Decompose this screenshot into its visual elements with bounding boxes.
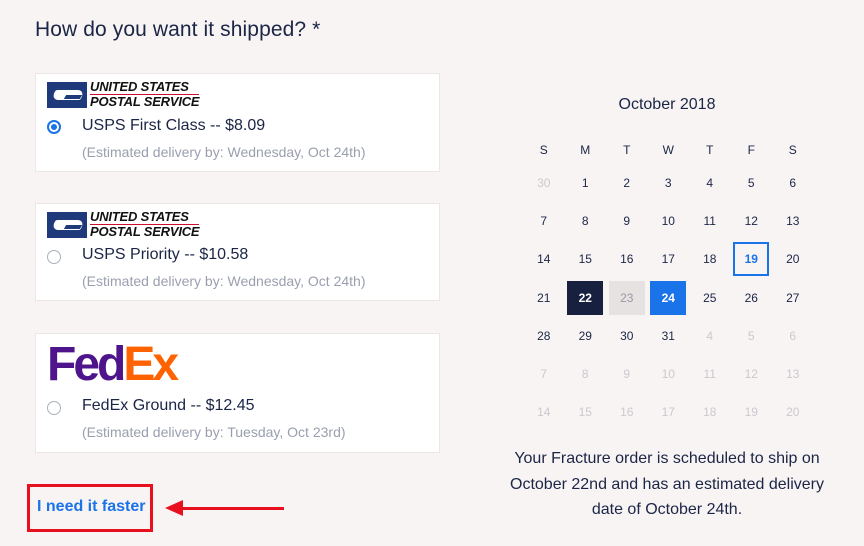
option-estimate: (Estimated delivery by: Tuesday, Oct 23r… — [82, 424, 346, 440]
calendar-day: 29 — [578, 328, 592, 343]
calendar-day-outside-month: 6 — [789, 328, 797, 343]
shipping-option-fedex-ground[interactable]: FedEx FedEx Ground -- $12.45 (Estimated … — [35, 333, 440, 453]
calendar-week-row: 28 29 30 31 4 5 6 — [523, 317, 814, 355]
calendar-day: 25 — [703, 290, 717, 305]
usps-logo: UNITED STATES POSTAL SERVICE — [47, 80, 200, 109]
calendar-day: 12 — [744, 214, 758, 229]
option-estimate: (Estimated delivery by: Wednesday, Oct 2… — [82, 273, 366, 289]
calendar-day: 10 — [661, 214, 675, 229]
calendar-week-row: 7 8 9 10 11 12 13 — [523, 355, 814, 393]
calendar-week-row: 30 1 2 3 4 5 6 — [523, 164, 814, 202]
calendar-day-outside-month: 30 — [537, 176, 551, 191]
calendar-day-today: 19 — [733, 242, 770, 277]
calendar-day: 16 — [620, 252, 634, 267]
calendar-day: 30 — [620, 328, 634, 343]
calendar-grid: 30 1 2 3 4 5 6 7 8 9 10 11 12 13 14 15 16 17 18 19 20 21 22 23 2… — [523, 164, 814, 431]
calendar-day: 31 — [661, 328, 675, 343]
calendar-day-outside-month: 16 — [620, 405, 634, 420]
option-label: USPS Priority -- $10.58 — [82, 246, 249, 263]
weekday-label: W — [662, 143, 674, 157]
weekday-label: T — [706, 143, 714, 157]
weekday-label: T — [623, 143, 631, 157]
calendar-weekday-header: SMTWTFS — [523, 136, 814, 164]
calendar-day: 7 — [540, 214, 548, 229]
fedex-logo-ex: Ex — [123, 338, 179, 391]
usps-logo-line2: POSTAL SERVICE — [90, 94, 200, 109]
calendar-day-outside-month: 4 — [706, 328, 714, 343]
calendar-day: 14 — [537, 252, 551, 267]
calendar-day-outside-month: 5 — [747, 328, 755, 343]
usps-eagle-icon — [47, 81, 87, 108]
shipping-option-usps-priority[interactable]: UNITED STATES POSTAL SERVICE USPS Priori… — [35, 203, 440, 301]
calendar-day-outside-month: 9 — [623, 367, 631, 382]
section-heading: How do you want it shipped? * — [35, 18, 321, 41]
calendar-day-in-transit: 23 — [608, 280, 645, 315]
calendar-week-row: 7 8 9 10 11 12 13 — [523, 202, 814, 240]
calendar-day-outside-month: 7 — [540, 367, 548, 382]
usps-logo: UNITED STATES POSTAL SERVICE — [47, 210, 200, 239]
weekday-label: S — [539, 143, 548, 157]
delivery-calendar: SMTWTFS 30 1 2 3 4 5 6 7 8 9 10 11 12 13 14 15 16 17 18 19 2… — [523, 136, 814, 431]
weekday-label: S — [788, 143, 797, 157]
calendar-day: 15 — [578, 252, 592, 267]
calendar-day: 18 — [703, 252, 717, 267]
calendar-day: 3 — [664, 176, 672, 191]
calendar-week-row: 14 15 16 17 18 19 20 — [523, 240, 814, 278]
weekday-label: M — [580, 143, 591, 157]
usps-logo-line2: POSTAL SERVICE — [90, 224, 200, 239]
calendar-day-outside-month: 19 — [744, 405, 758, 420]
usps-logo-line1: UNITED STATES — [90, 80, 200, 95]
usps-logo-line1: UNITED STATES — [90, 210, 200, 225]
calendar-day: 11 — [703, 214, 716, 229]
annotation-arrow-shaft — [180, 507, 284, 510]
calendar-day-outside-month: 18 — [703, 405, 717, 420]
calendar-day: 17 — [661, 252, 675, 267]
calendar-day: 20 — [786, 252, 800, 267]
calendar-month-title: October 2018 — [618, 96, 716, 113]
usps-eagle-icon — [47, 211, 87, 238]
radio-usps-priority[interactable] — [47, 250, 61, 264]
calendar-day: 28 — [537, 328, 551, 343]
radio-fedex-ground[interactable] — [47, 401, 61, 415]
calendar-week-row: 14 15 16 17 18 19 20 — [523, 393, 814, 431]
calendar-day: 4 — [706, 176, 714, 191]
weekday-label: F — [747, 143, 755, 157]
shipping-option-usps-first-class[interactable]: UNITED STATES POSTAL SERVICE USPS First … — [35, 73, 440, 172]
calendar-day-outside-month: 13 — [786, 367, 800, 382]
calendar-day: 5 — [747, 176, 755, 191]
calendar-day-outside-month: 20 — [786, 405, 800, 420]
calendar-day: 1 — [581, 176, 589, 191]
annotation-arrow-head — [165, 500, 183, 516]
calendar-day: 2 — [623, 176, 631, 191]
calendar-day-ship-date: 22 — [567, 280, 604, 315]
calendar-day-outside-month: 12 — [744, 367, 758, 382]
need-it-faster-link[interactable]: I need it faster — [37, 498, 145, 516]
calendar-day-outside-month: 14 — [537, 405, 551, 420]
calendar-day-outside-month: 11 — [703, 367, 716, 382]
option-label: USPS First Class -- $8.09 — [82, 117, 266, 134]
calendar-day: 26 — [744, 290, 758, 305]
calendar-day: 27 — [786, 290, 800, 305]
calendar-day-outside-month: 17 — [661, 405, 675, 420]
calendar-day-outside-month: 10 — [661, 367, 675, 382]
fedex-logo-fed: Fed — [47, 338, 126, 391]
calendar-day-outside-month: 8 — [581, 367, 589, 382]
calendar-day-delivery-date: 24 — [650, 280, 687, 315]
calendar-day: 8 — [581, 214, 589, 229]
calendar-day-outside-month: 15 — [578, 405, 592, 420]
option-label: FedEx Ground -- $12.45 — [82, 397, 255, 414]
calendar-day: 9 — [623, 214, 631, 229]
calendar-day: 21 — [537, 290, 551, 305]
radio-usps-first-class[interactable] — [47, 120, 61, 134]
option-estimate: (Estimated delivery by: Wednesday, Oct 2… — [82, 144, 366, 160]
calendar-day: 6 — [789, 176, 797, 191]
calendar-week-row: 21 22 23 24 25 26 27 — [523, 279, 814, 317]
calendar-day: 13 — [786, 214, 800, 229]
fedex-logo: FedEx — [47, 338, 179, 391]
shipping-summary: Your Fracture order is scheduled to ship… — [510, 450, 824, 518]
